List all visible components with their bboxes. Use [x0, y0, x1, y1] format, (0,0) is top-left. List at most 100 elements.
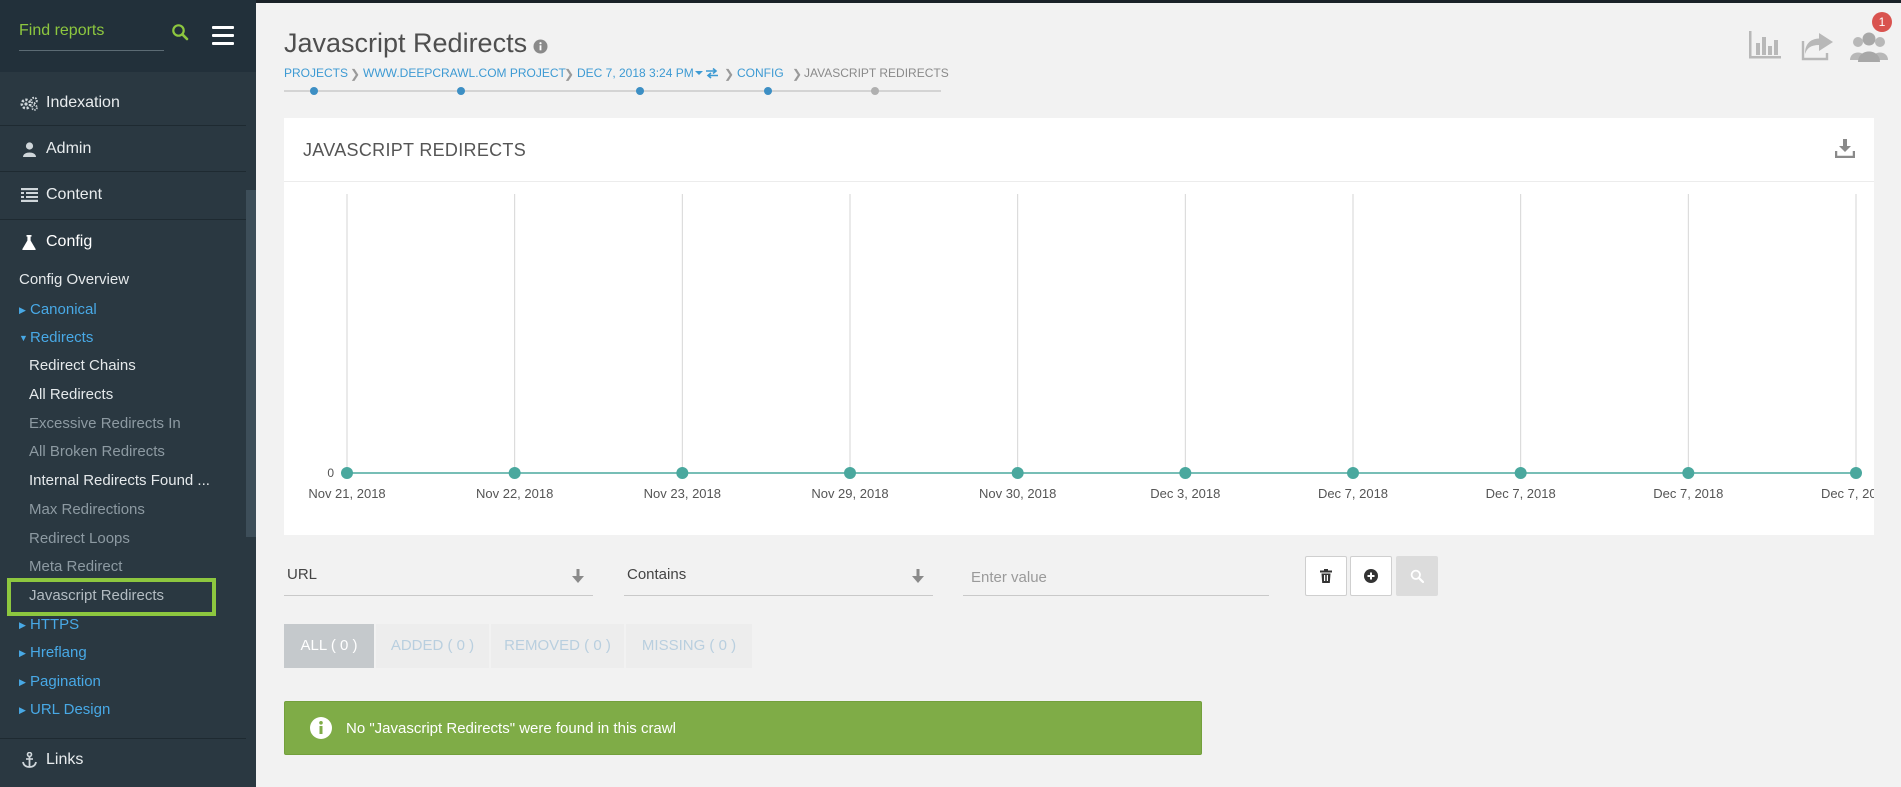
filter-value-input[interactable]	[963, 558, 1269, 596]
nav-admin[interactable]: Admin	[0, 127, 246, 171]
report-meta-redirect[interactable]: Meta Redirect	[29, 554, 122, 580]
info-icon[interactable]	[533, 39, 548, 54]
breadcrumb-dot	[636, 87, 644, 95]
main-content: Javascript Redirects PROJECTS ❯ WWW.DEEP…	[256, 0, 1901, 787]
caret-down-icon: ▼	[19, 333, 28, 343]
trash-icon	[1320, 569, 1332, 583]
arrow-down-icon	[572, 569, 584, 583]
report-internal-redirects-found[interactable]: Internal Redirects Found ...	[29, 468, 210, 494]
x-tick-label: Nov 29, 2018	[811, 486, 888, 501]
tab-missing[interactable]: MISSING ( 0 )	[626, 624, 752, 668]
breadcrumb-track	[284, 90, 941, 92]
caret-right-icon: ▶	[19, 677, 26, 687]
breadcrumb-project[interactable]: WWW.DEEPCRAWL.COM PROJECT	[363, 66, 566, 80]
data-point	[1682, 467, 1695, 479]
panel-title: JAVASCRIPT REDIRECTS	[303, 140, 527, 160]
tab-added[interactable]: ADDED ( 0 )	[376, 624, 489, 668]
data-point	[1011, 467, 1024, 479]
x-tick-label: Dec 7, 2018	[1653, 486, 1723, 501]
share-icon[interactable]	[1801, 29, 1835, 61]
alert-message: No "Javascript Redirects" were found in …	[346, 719, 676, 737]
bar-chart-icon[interactable]	[1747, 29, 1783, 61]
notification-badge: 1	[1872, 12, 1892, 32]
x-tick-label: Nov 23, 2018	[644, 486, 721, 501]
report-redirect-loops[interactable]: Redirect Loops	[29, 526, 130, 552]
compare-arrows-icon[interactable]	[705, 67, 719, 79]
arrow-down-icon	[912, 569, 924, 583]
nav-content[interactable]: Content	[0, 173, 246, 217]
report-redirect-chains[interactable]: Redirect Chains	[29, 353, 136, 379]
x-tick-label: Nov 22, 2018	[476, 486, 553, 501]
report-excessive-redirects-in[interactable]: Excessive Redirects In	[29, 411, 181, 437]
search-input[interactable]: Find reports	[19, 22, 104, 40]
nav-config[interactable]: Config	[0, 220, 246, 264]
caret-down-icon[interactable]	[694, 69, 704, 77]
x-tick-label: Dec 3, 2018	[1150, 486, 1220, 501]
x-tick-label: Dec 7, 2018	[1821, 486, 1874, 501]
x-tick-label: Dec 7, 2018	[1486, 486, 1556, 501]
data-point	[1347, 467, 1359, 479]
page-title: Javascript Redirects	[284, 28, 528, 58]
search-icon[interactable]	[171, 23, 189, 41]
nav-label: Indexation	[46, 94, 120, 111]
caret-right-icon: ▶	[19, 648, 26, 658]
data-point	[1850, 467, 1862, 479]
data-point	[676, 467, 689, 479]
report-search: Find reports	[0, 0, 256, 72]
javascript-redirects-chart: 0 Nov 21, 2018 Nov 22, 2018 Nov 23, 2018 Nov…	[308, 194, 1874, 501]
caret-right-icon: ▶	[19, 705, 26, 715]
flask-icon	[19, 234, 39, 250]
download-icon[interactable]	[1835, 138, 1855, 158]
x-tick-label: Dec 7, 2018	[1318, 486, 1388, 501]
breadcrumb-crawl-date[interactable]: DEC 7, 2018 3:24 PM	[577, 66, 694, 80]
operator-select[interactable]: Contains	[624, 558, 933, 596]
add-filter-button[interactable]	[1350, 556, 1392, 596]
group-canonical[interactable]: ▶ Canonical	[19, 297, 97, 323]
divider	[0, 125, 246, 126]
nav-links[interactable]: Links	[0, 738, 246, 782]
y-tick-label: 0	[327, 466, 334, 480]
group-url-design[interactable]: ▶ URL Design	[19, 697, 110, 723]
nav-label: Content	[46, 186, 103, 203]
nav-label: Admin	[46, 140, 92, 157]
group-hreflang[interactable]: ▶ Hreflang	[19, 640, 87, 666]
data-point	[1514, 467, 1527, 479]
empty-results-alert: No "Javascript Redirects" were found in …	[284, 701, 1202, 755]
report-all-redirects[interactable]: All Redirects	[29, 382, 113, 408]
tab-removed[interactable]: REMOVED ( 0 )	[491, 624, 624, 668]
group-https[interactable]: ▶ HTTPS	[19, 612, 79, 638]
nav-indexation[interactable]: Indexation	[0, 81, 246, 125]
field-select-value: URL	[287, 566, 318, 583]
breadcrumb-projects[interactable]: PROJECTS	[284, 66, 348, 80]
report-max-redirections[interactable]: Max Redirections	[29, 497, 145, 523]
config-overview-link[interactable]: Config Overview	[19, 267, 129, 293]
x-tick-label: Nov 30, 2018	[979, 486, 1056, 501]
cogs-icon	[19, 96, 39, 111]
report-all-broken-redirects[interactable]: All Broken Redirects	[29, 439, 165, 465]
sidebar-scrollbar[interactable]	[246, 190, 256, 537]
caret-right-icon: ▶	[19, 620, 26, 630]
group-pagination[interactable]: ▶ Pagination	[19, 669, 101, 695]
data-point	[508, 467, 521, 479]
data-point	[341, 467, 353, 479]
breadcrumb-config[interactable]: CONFIG	[737, 66, 784, 80]
breadcrumb-dot	[310, 87, 318, 95]
group-redirects[interactable]: ▼ Redirects	[19, 325, 93, 351]
breadcrumb-dot	[457, 87, 465, 95]
breadcrumb-dot	[871, 87, 879, 95]
delete-filter-button[interactable]	[1305, 556, 1347, 596]
list-icon	[19, 188, 39, 202]
report-javascript-redirects[interactable]: Javascript Redirects	[29, 583, 164, 609]
tab-all[interactable]: ALL ( 0 )	[284, 624, 374, 668]
chevron-right-icon: ❯	[564, 67, 575, 81]
field-select[interactable]: URL	[284, 558, 593, 596]
search-filter-button[interactable]	[1396, 556, 1438, 596]
search-icon	[1410, 569, 1424, 583]
operator-select-value: Contains	[627, 566, 687, 583]
divider	[0, 171, 246, 172]
menu-toggle-button[interactable]	[212, 26, 234, 46]
anchor-icon	[19, 752, 39, 768]
search-underline	[19, 50, 164, 51]
caret-right-icon: ▶	[19, 305, 26, 315]
nav-label: Config	[46, 233, 93, 250]
